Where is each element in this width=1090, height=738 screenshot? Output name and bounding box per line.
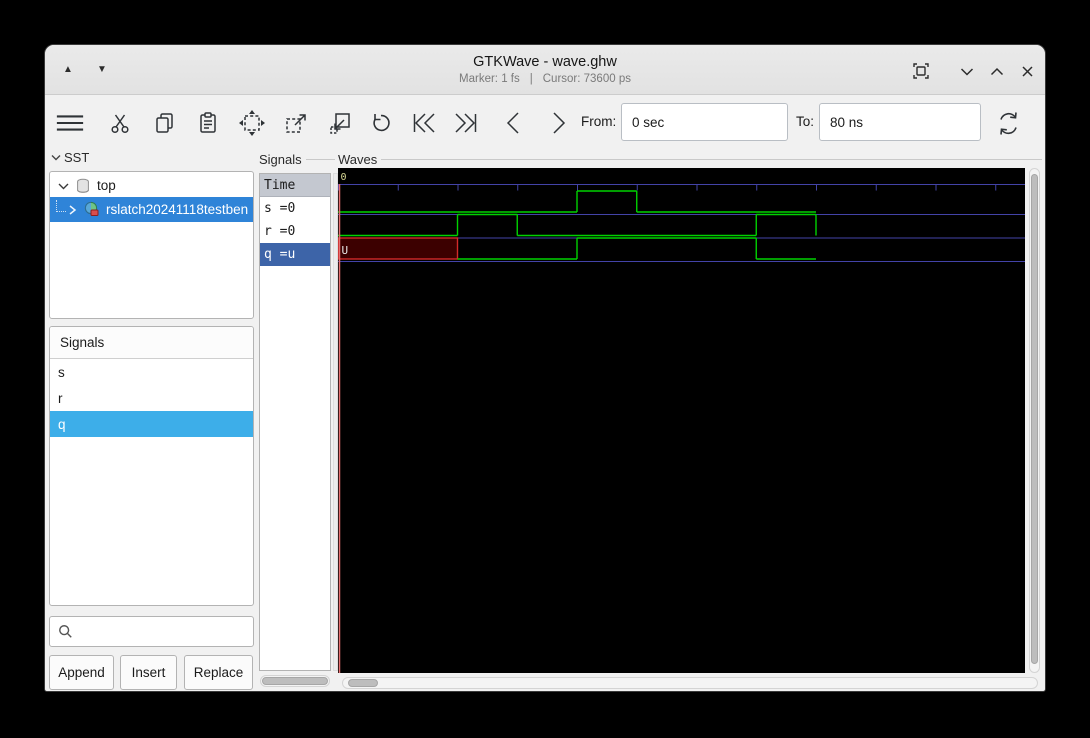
- gtkwave-window: ▲ ▼ GTKWave - wave.ghw Marker: 1 fs | Curs…: [44, 44, 1046, 692]
- window-title: GTKWave - wave.ghw: [473, 54, 617, 70]
- skip-end-icon: [455, 113, 477, 133]
- from-label: From:: [581, 114, 617, 129]
- module-icon: [77, 178, 89, 193]
- prev-edge-button[interactable]: [499, 108, 529, 138]
- signal-row-s[interactable]: s =0: [260, 197, 330, 220]
- facility-item-q[interactable]: q: [50, 411, 253, 437]
- chevron-up-icon: [990, 67, 1004, 75]
- expander-right-icon: [69, 204, 77, 215]
- zoom-out-icon: [329, 112, 350, 134]
- reload-button[interactable]: [993, 108, 1023, 138]
- from-input[interactable]: [621, 103, 788, 141]
- cut-button[interactable]: [105, 108, 135, 138]
- tree-item-top[interactable]: top: [50, 172, 253, 197]
- replace-button[interactable]: Replace: [184, 655, 253, 690]
- wave-canvas: 0U: [338, 172, 1025, 673]
- chevron-left-icon: [506, 112, 519, 134]
- fullscreen-button[interactable]: [911, 61, 931, 81]
- tree-item-label: top: [97, 178, 116, 193]
- chevron-down-icon: [960, 67, 974, 76]
- minimize-button[interactable]: [957, 61, 977, 81]
- facility-item-s[interactable]: s: [50, 359, 253, 385]
- chevron-down-icon: [51, 154, 61, 160]
- zoom-fit-icon: [239, 110, 265, 136]
- zoom-out-button[interactable]: [325, 108, 355, 138]
- facility-list: Signals s r q: [49, 326, 254, 606]
- signal-search: [49, 616, 254, 647]
- tree-item-rslatch[interactable]: rslatch20241118testben: [50, 197, 253, 222]
- wave-area[interactable]: 0U: [338, 168, 1025, 673]
- cursor-status: Cursor: 73600 ps: [542, 73, 631, 85]
- zoom-in-button[interactable]: [281, 108, 311, 138]
- close-icon: [1021, 65, 1033, 77]
- maximize-button[interactable]: [987, 61, 1007, 81]
- skip-to-start-button[interactable]: [409, 108, 439, 138]
- tree-item-label: rslatch20241118testben: [106, 202, 249, 217]
- insert-button[interactable]: Insert: [120, 655, 177, 690]
- window-status: Marker: 1 fs | Cursor: 73600 ps: [45, 73, 1045, 85]
- titlebar[interactable]: ▲ ▼ GTKWave - wave.ghw Marker: 1 fs | Curs…: [45, 45, 1045, 95]
- copy-icon: [156, 113, 173, 133]
- fullscreen-icon: [913, 63, 929, 79]
- marker-status: Marker: 1 fs: [459, 73, 520, 85]
- append-button[interactable]: Append: [49, 655, 114, 690]
- signal-name-list: Time s =0 r =0 q =u: [259, 173, 331, 671]
- sst-header[interactable]: SST: [51, 149, 111, 165]
- testbench-icon: [84, 201, 99, 216]
- svg-text:0: 0: [341, 172, 347, 183]
- next-edge-button[interactable]: [543, 108, 573, 138]
- scrollbar-thumb[interactable]: [1031, 174, 1038, 664]
- facility-header: Signals: [50, 327, 253, 359]
- reload-icon: [999, 111, 1017, 135]
- scrollbar-thumb[interactable]: [348, 679, 378, 687]
- undo-icon: [372, 113, 390, 131]
- undo-button[interactable]: [365, 108, 395, 138]
- zoom-fit-button[interactable]: [237, 108, 267, 138]
- close-button[interactable]: [1017, 61, 1037, 81]
- signal-row-r[interactable]: r =0: [260, 220, 330, 243]
- facility-item-r[interactable]: r: [50, 385, 253, 411]
- status-separator: |: [529, 73, 533, 85]
- sst-tree: top rslatch20241118testben: [49, 171, 254, 319]
- search-icon: [59, 625, 72, 638]
- chevron-right-icon: [553, 112, 566, 134]
- zoom-in-icon: [285, 113, 306, 133]
- wave-hscrollbar[interactable]: [342, 677, 1038, 689]
- copy-button[interactable]: [149, 108, 179, 138]
- clipboard-icon: [200, 112, 216, 133]
- scissors-icon: [111, 114, 129, 134]
- signals-frame-label: Signals: [259, 151, 335, 167]
- hamburger-icon: [56, 115, 84, 131]
- signal-list-hscrollbar[interactable]: [260, 675, 330, 687]
- signal-row-q[interactable]: q =u: [260, 243, 330, 266]
- svg-text:U: U: [342, 244, 349, 257]
- paste-button[interactable]: [193, 108, 223, 138]
- skip-to-end-button[interactable]: [451, 108, 481, 138]
- skip-start-icon: [413, 113, 435, 133]
- time-header: Time: [260, 174, 330, 197]
- scrollbar-thumb[interactable]: [262, 677, 328, 685]
- expander-down-icon: [58, 183, 69, 189]
- to-input[interactable]: [819, 103, 981, 141]
- to-label: To:: [796, 114, 815, 129]
- menu-button[interactable]: [55, 108, 85, 138]
- wave-vscrollbar[interactable]: [1029, 168, 1040, 673]
- waves-frame-label: Waves: [338, 151, 1042, 167]
- search-input[interactable]: [49, 616, 254, 647]
- tree-guide-line: [56, 199, 66, 212]
